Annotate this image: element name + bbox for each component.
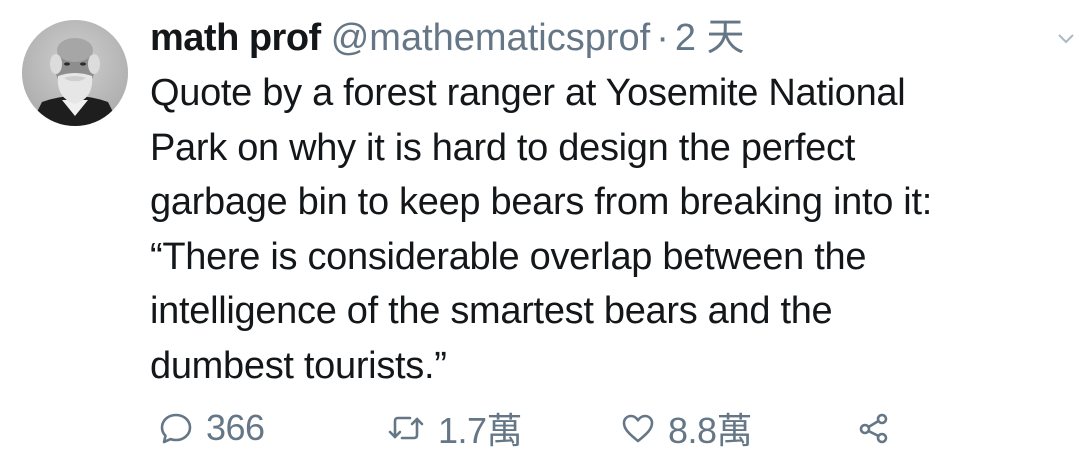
reply-count: 366 — [206, 407, 265, 448]
share-button[interactable] — [856, 400, 892, 456]
tweet-text-line: Park on why it is hard to design the per… — [150, 126, 855, 169]
chevron-down-icon — [1058, 34, 1074, 44]
heart-icon — [622, 414, 654, 443]
user-handle[interactable]: @mathematicsprof — [331, 14, 650, 62]
retweet-count: 1.7萬 — [438, 410, 523, 451]
reply-icon — [160, 413, 192, 444]
tweet-text: Quote by a forest ranger at Yosemite Nat… — [150, 66, 1055, 393]
profile-photo-icon — [22, 20, 128, 126]
reply-button[interactable]: 366 — [158, 400, 265, 456]
timestamp[interactable]: 2 天 — [675, 14, 745, 62]
tweet-header: math prof @mathematicsprof · 2 天 — [150, 14, 745, 62]
retweet-button[interactable]: 1.7萬 — [386, 400, 523, 456]
retweet-icon — [388, 416, 424, 440]
tweet-text-line: garbage bin to keep bears from breaking … — [150, 181, 932, 223]
tweet-text-line: “There is considerable overlap between t… — [150, 235, 867, 278]
display-name[interactable]: math prof — [150, 14, 321, 62]
separator-dot: · — [656, 17, 669, 59]
like-count: 8.8萬 — [668, 410, 753, 451]
share-icon — [859, 413, 888, 444]
avatar[interactable] — [22, 20, 128, 126]
tweet-menu-button[interactable] — [1056, 28, 1076, 48]
like-button[interactable]: 8.8萬 — [620, 400, 753, 456]
tweet-actions: 366 1.7萬 8.8萬 — [150, 400, 1050, 456]
tweet-card[interactable]: math prof @mathematicsprof · 2 天 Quote b… — [0, 0, 1080, 459]
tweet-text-line: Quote by a forest ranger at Yosemite Nat… — [150, 72, 906, 114]
tweet-text-line: intelligence of the smartest bears and t… — [150, 290, 833, 332]
tweet-text-line: dumbest tourists.” — [150, 344, 447, 387]
